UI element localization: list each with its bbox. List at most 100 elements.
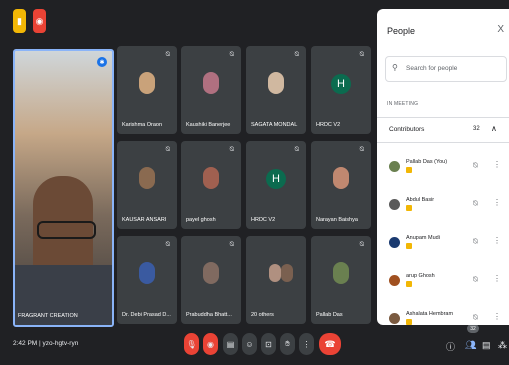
participant-name: Pallab Das (316, 312, 343, 318)
participant-name: Abdul Basir (406, 197, 435, 203)
participant-tile[interactable]: ⍉ Narayan Baishya (311, 141, 371, 229)
avatar (203, 166, 219, 189)
participant-tile[interactable]: ⍉ Prabuddha Bhatt... (181, 236, 241, 324)
emoji-icon: ☺ (245, 339, 254, 349)
more-options-icon[interactable]: ⋮ (493, 198, 501, 207)
contributors-section[interactable]: Contributors 32 ∧ (377, 117, 509, 143)
role-badge (406, 319, 412, 325)
search-icon: ⚲ (392, 63, 398, 72)
participant-name: arup Ghosh (406, 273, 435, 279)
more-options-icon[interactable]: ⋮ (493, 236, 501, 245)
mic-off-icon: ⍉ (229, 146, 234, 153)
participant-tile[interactable]: ⍉ Karishma Oraon (117, 46, 177, 134)
search-input[interactable]: ⚲ Search for people (385, 56, 507, 82)
participant-tile[interactable]: ⍉ payel ghosh (181, 141, 241, 229)
in-meeting-heading: IN MEETING (387, 101, 419, 107)
people-button[interactable]: 👥︎ (465, 340, 476, 351)
raise-hand-button[interactable]: ✋︎ (280, 333, 295, 355)
mic-off-icon[interactable]: ⍉ (473, 275, 478, 285)
activities-button[interactable]: ⁂ (498, 340, 507, 351)
more-options-icon[interactable]: ⋮ (493, 274, 501, 283)
avatar (139, 166, 155, 189)
close-panel-button[interactable]: X (497, 24, 504, 35)
people-panel: People X ⚲ Search for people IN MEETING … (377, 9, 509, 325)
notes-button[interactable]: ▮ (13, 9, 26, 33)
mic-off-icon: ⍉ (294, 51, 299, 58)
participant-name: HRDC V2 (251, 217, 276, 223)
avatar (139, 261, 155, 284)
record-icon: ◉ (35, 15, 44, 26)
participant-tile[interactable]: ⍉ Dr. Debi Prasad D... (117, 236, 177, 324)
role-badge (406, 167, 412, 173)
avatar (333, 261, 349, 284)
mic-off-icon: ⍉ (165, 51, 170, 58)
present-button[interactable]: ⊡ (261, 333, 276, 355)
pin-icon[interactable]: ✱ (97, 57, 107, 67)
participant-tile[interactable]: ⍉ SAGATA MONDAL (246, 46, 306, 134)
camera-off-icon: ◉ (207, 339, 214, 349)
meet-stage: ▮ ◉ ✱ FRAGRANT CREATION ⍉ Karishma Oraon ⍉… (0, 0, 509, 365)
more-options-icon[interactable]: ⋮ (493, 312, 501, 321)
mic-off-icon: ⍉ (359, 241, 364, 248)
emoji-button[interactable]: ☺ (242, 333, 257, 355)
participant-name: Kaushiki Banerjee (186, 122, 231, 128)
mic-off-icon: ⍉ (229, 241, 234, 248)
participant-name: Anupam Mudi (406, 235, 440, 241)
participant-name: Dr. Debi Prasad D... (122, 312, 171, 318)
participant-row[interactable]: Ashalata Hembram ⍉ ⋮ (377, 304, 509, 325)
role-badge (406, 243, 412, 249)
chat-icon: ▤ (482, 340, 491, 350)
role-badge (406, 281, 412, 287)
role-badge (406, 205, 412, 211)
participant-tile[interactable]: ⍉ Kaushiki Banerjee (181, 46, 241, 134)
separator: | (39, 340, 41, 347)
participant-tile[interactable]: H ⍉ HRDC V2 (311, 46, 371, 134)
participant-name: SAGATA MONDAL (251, 122, 298, 128)
participant-row[interactable]: Anupam Mudi ⍉ ⋮ (377, 228, 509, 264)
participant-name: Pallab Das (You) (406, 159, 448, 165)
self-tile-label: FRAGRANT CREATION (18, 313, 78, 319)
mic-off-icon[interactable]: ⍉ (473, 161, 478, 171)
info-button[interactable]: ⓘ (446, 340, 455, 353)
avatar (281, 263, 293, 282)
more-options-button[interactable]: ⋮ (299, 333, 314, 355)
more-options-icon[interactable]: ⋮ (493, 160, 501, 169)
avatar (203, 261, 219, 284)
search-placeholder: Search for people (406, 65, 458, 72)
avatar (389, 237, 400, 248)
meeting-info: 2:42 PM | yzo-hgtv-ryn (13, 340, 78, 347)
mic-off-icon: 🎙︎ (186, 339, 197, 349)
participant-tile[interactable]: H ⍉ HRDC V2 (246, 141, 306, 229)
captions-button[interactable]: ▤ (223, 333, 238, 355)
mic-off-icon[interactable]: ⍉ (473, 199, 478, 209)
avatar: H (266, 168, 286, 189)
participant-row[interactable]: arup Ghosh ⍉ ⋮ (377, 266, 509, 302)
hangup-icon: ☎︎ (324, 338, 336, 349)
avatar (203, 71, 219, 94)
participant-row[interactable]: Pallab Das (You) ⍉ ⋮ (377, 152, 509, 188)
record-button[interactable]: ◉ (33, 9, 46, 33)
participant-tile[interactable]: 20 others (246, 236, 306, 324)
mic-off-button[interactable]: 🎙︎ (184, 333, 199, 355)
chevron-up-icon[interactable]: ∧ (491, 124, 497, 133)
people-icon: 👥︎ (465, 340, 477, 350)
chat-button[interactable]: ▤ (482, 340, 491, 351)
participant-name: payel ghosh (186, 217, 216, 223)
leave-call-button[interactable]: ☎︎ (319, 333, 341, 355)
mic-off-icon: ⍉ (165, 146, 170, 153)
avatar (389, 199, 400, 210)
participant-tile[interactable]: ⍉ Pallab Das (311, 236, 371, 324)
info-icon: ⓘ (446, 342, 456, 352)
captions-icon: ▤ (226, 339, 235, 349)
self-video-tile[interactable]: ✱ FRAGRANT CREATION (13, 49, 114, 327)
participant-row[interactable]: Abdul Basir ⍉ ⋮ (377, 190, 509, 226)
mic-off-icon[interactable]: ⍉ (473, 313, 478, 323)
avatar (268, 71, 284, 94)
activities-icon: ⁂ (498, 340, 507, 350)
participant-tile[interactable]: ⍉ KAUSAR ANSARI (117, 141, 177, 229)
contributors-label: Contributors (389, 126, 425, 133)
participant-name: Prabuddha Bhatt... (186, 312, 232, 318)
notes-icon: ▮ (17, 15, 22, 26)
mic-off-icon[interactable]: ⍉ (473, 237, 478, 247)
camera-off-button[interactable]: ◉ (203, 333, 218, 355)
